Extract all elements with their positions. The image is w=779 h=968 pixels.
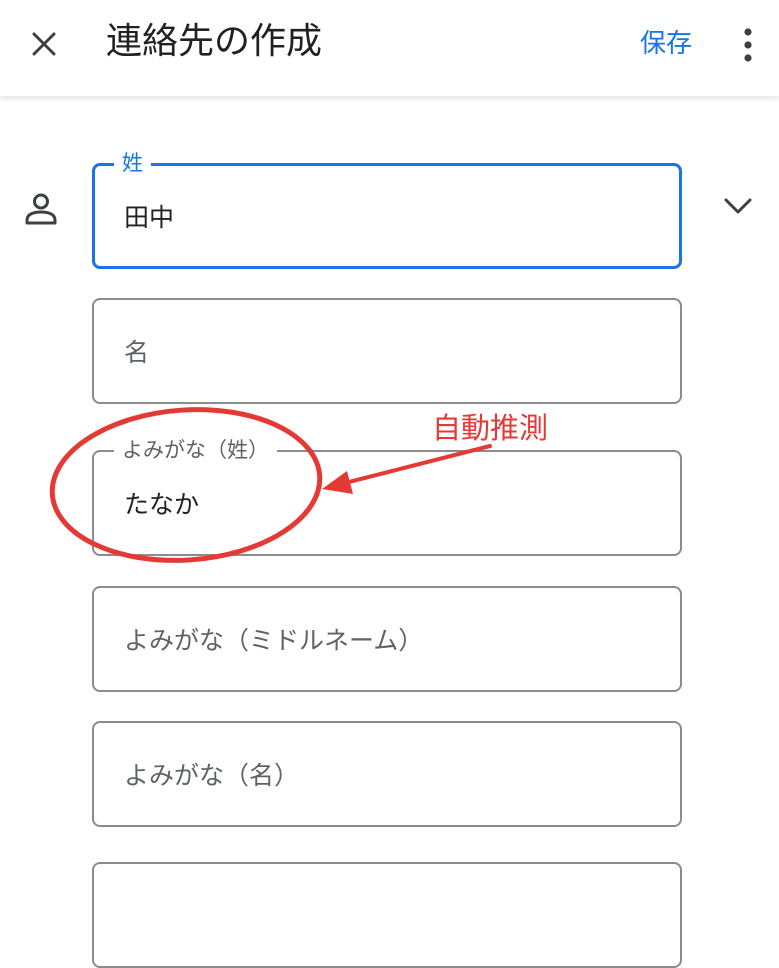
person-icon (25, 193, 57, 225)
first-name-placeholder: 名 (124, 338, 150, 367)
last-name-value: 田中 (124, 203, 175, 232)
more-vert-icon (744, 28, 752, 62)
close-icon (32, 32, 56, 56)
phonetic-first-name-field[interactable]: よみがな（名） (92, 721, 682, 827)
first-name-field[interactable]: 名 (92, 298, 682, 404)
last-name-field[interactable]: 姓 田中 (92, 150, 682, 269)
close-button[interactable] (22, 22, 66, 66)
annotation-label: 自動推測 (432, 411, 549, 445)
phonetic-last-name-value: たなか (124, 490, 200, 519)
phonetic-first-name-placeholder: よみがな（名） (124, 761, 300, 790)
next-field[interactable] (92, 862, 682, 968)
phonetic-middle-name-placeholder: よみがな（ミドルネーム） (124, 626, 424, 655)
chevron-down-icon (724, 198, 752, 214)
expand-name-fields-button[interactable] (716, 184, 760, 228)
phonetic-last-name-field[interactable]: よみがな（姓） たなか (92, 437, 682, 556)
phonetic-middle-name-field[interactable]: よみがな（ミドルネーム） (92, 586, 682, 692)
page-title: 連絡先の作成 (106, 21, 323, 62)
more-options-button[interactable] (728, 20, 768, 70)
app-bar: 連絡先の作成 保存 (0, 0, 779, 96)
save-button[interactable]: 保存 (626, 24, 706, 64)
